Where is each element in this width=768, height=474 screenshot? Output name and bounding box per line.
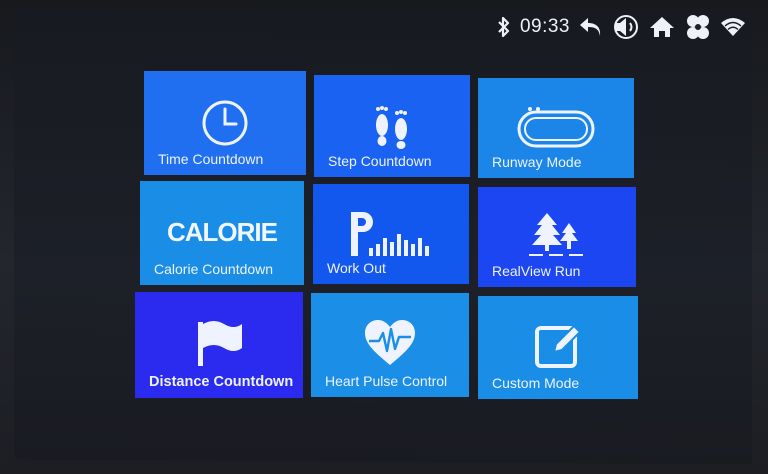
program-bars-icon [313, 208, 469, 258]
edit-icon [478, 322, 638, 370]
footprints-icon [314, 103, 470, 149]
tile-calorie-countdown[interactable]: CALORIE Calorie Countdown [140, 181, 304, 285]
heart-pulse-icon [311, 319, 469, 367]
status-bar: 09:33 [496, 12, 746, 42]
bluetooth-icon [496, 15, 512, 39]
tile-custom-mode[interactable]: Custom Mode [478, 296, 638, 399]
tile-realview-run[interactable]: RealView Run [478, 187, 636, 287]
tile-label: Runway Mode [492, 154, 582, 170]
calorie-icon-text: CALORIE [167, 217, 278, 247]
home-icon[interactable] [648, 15, 676, 39]
track-icon [478, 106, 634, 150]
tile-step-countdown[interactable]: Step Countdown [314, 75, 470, 177]
tile-distance-countdown[interactable]: Distance Countdown [135, 292, 303, 398]
tile-label: Heart Pulse Control [325, 373, 448, 389]
tile-label: Work Out [327, 260, 386, 276]
tile-heart-pulse-control[interactable]: Heart Pulse Control [311, 293, 469, 397]
flag-icon [135, 318, 303, 368]
tile-work-out[interactable]: Work Out [313, 184, 469, 284]
trees-icon [478, 211, 636, 257]
tile-label: Step Countdown [328, 153, 432, 169]
calorie-icon: CALORIE [140, 217, 304, 248]
clock-icon [144, 99, 306, 147]
tile-label: RealView Run [492, 263, 581, 279]
tile-label: Distance Countdown [149, 374, 294, 390]
tile-label: Calorie Countdown [154, 261, 274, 277]
tile-label: Custom Mode [492, 375, 580, 391]
tile-time-countdown[interactable]: Time Countdown [144, 71, 306, 175]
tile-label: Time Countdown [158, 151, 264, 167]
tile-runway-mode[interactable]: Runway Mode [478, 78, 634, 178]
volume-icon[interactable] [612, 15, 640, 39]
fan-icon[interactable] [684, 14, 712, 40]
back-icon[interactable] [578, 15, 604, 39]
clock: 09:33 [519, 16, 570, 37]
wifi-icon [720, 16, 746, 38]
